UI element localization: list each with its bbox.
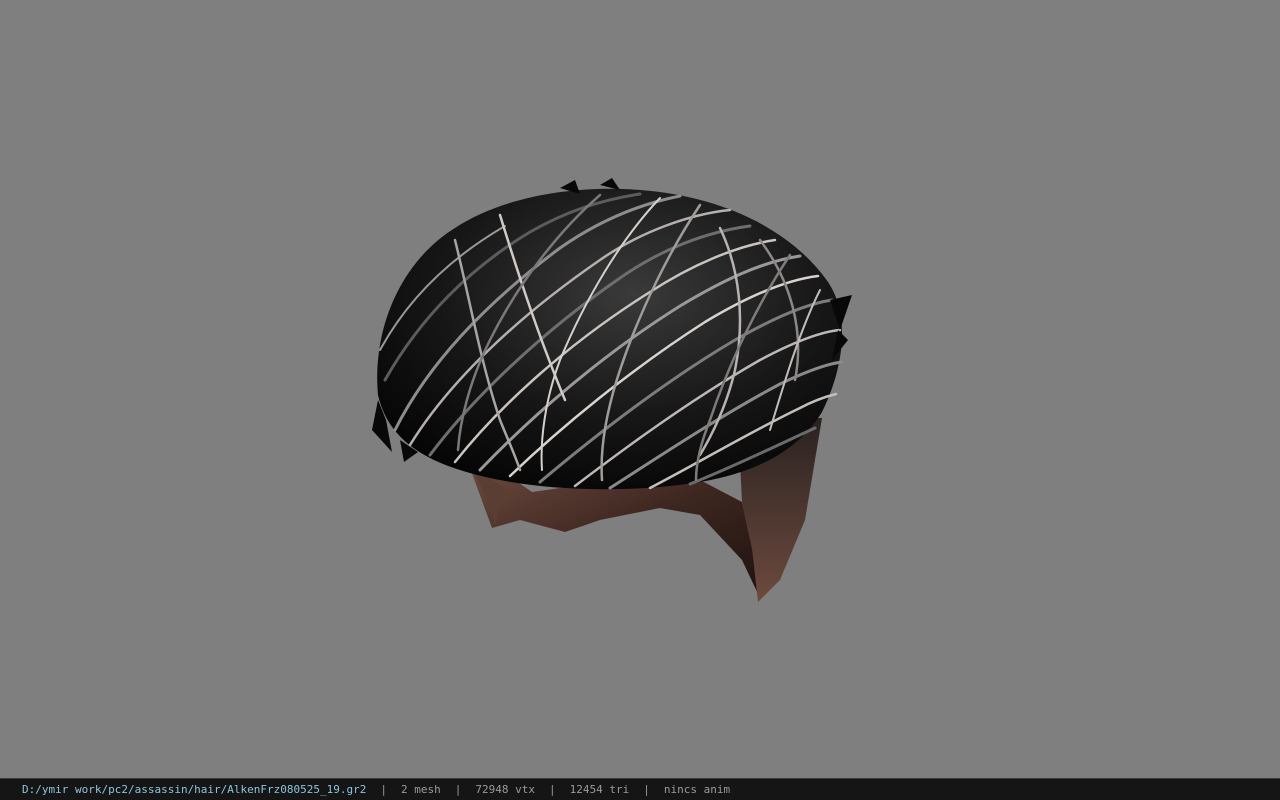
- animation-status: nincs anim: [663, 783, 731, 796]
- status-separator: |: [380, 783, 387, 796]
- status-separator: |: [454, 783, 462, 796]
- 3d-viewport[interactable]: [0, 0, 1280, 778]
- status-bar: D:/ymir work/pc2/assassin/hair/AlkenFrz0…: [0, 778, 1280, 800]
- file-path: D:/ymir work/pc2/assassin/hair/AlkenFrz0…: [22, 783, 367, 796]
- status-separator: |: [643, 783, 650, 796]
- mesh-count: 2 mesh: [401, 783, 441, 796]
- triangle-count: 12454 tri: [569, 783, 630, 796]
- vertex-count: 72948 vtx: [475, 783, 535, 796]
- status-separator: |: [548, 783, 556, 796]
- hair-model-render[interactable]: [0, 0, 1280, 778]
- hair-volume: [377, 188, 843, 490]
